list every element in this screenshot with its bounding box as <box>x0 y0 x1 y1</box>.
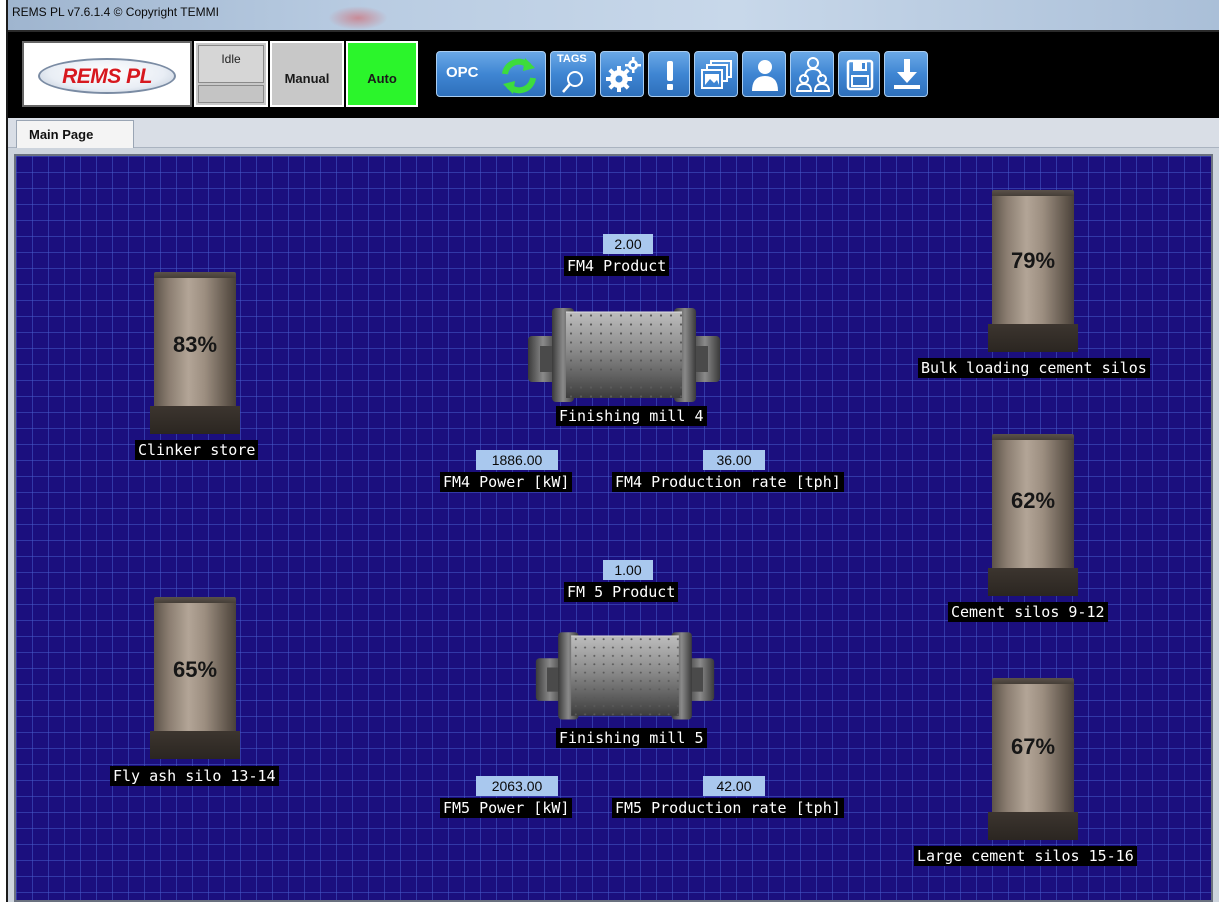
users-group-button[interactable] <box>790 51 834 97</box>
idle-label: Idle <box>221 52 241 66</box>
finishing-mill-5[interactable] <box>534 626 716 722</box>
title-bar-glow <box>328 6 388 30</box>
idle-mode-button[interactable]: Idle <box>194 41 268 107</box>
exclamation-icon <box>667 61 673 90</box>
silo-base <box>988 568 1078 596</box>
silo-level: 62% <box>1010 488 1056 513</box>
plant-overview-canvas: 83% Clinker store 65% Fly ash silo 13-14… <box>14 154 1213 902</box>
fm5-rate-label: FM5 Production rate [tph] <box>612 798 844 818</box>
fm5-product-label: FM 5 Product <box>564 582 679 602</box>
opc-button[interactable]: OPC <box>436 51 546 97</box>
fm4-power-value: 1886.00 <box>476 450 558 470</box>
idle-status-field <box>198 85 264 103</box>
silo-level: 79% <box>1010 248 1056 273</box>
fm5-product-value: 1.00 <box>603 560 653 580</box>
users-group-icon <box>795 57 831 92</box>
download-icon <box>894 59 920 89</box>
fm5-mill-label: Finishing mill 5 <box>556 728 707 748</box>
auto-label: Auto <box>367 71 397 86</box>
title-bar: REMS PL v7.6.1.4 © Copyright TEMMI <box>8 0 1219 30</box>
application-window: REMS PL v7.6.1.4 © Copyright TEMMI REMS … <box>6 0 1219 902</box>
logo-oval: REMS PL <box>38 58 176 94</box>
fm5-rate-value: 42.00 <box>703 776 765 796</box>
silo-base <box>988 324 1078 352</box>
idle-indicator: Idle <box>198 45 264 83</box>
silo-level: 65% <box>172 657 218 682</box>
silo-level: 83% <box>172 332 218 357</box>
bulk-loading-silo-label: Bulk loading cement silos <box>918 358 1150 378</box>
download-button[interactable] <box>884 51 928 97</box>
save-button[interactable] <box>838 51 880 97</box>
silo-base <box>150 731 240 759</box>
toolbar: REMS PL Idle Manual Auto OPC TAGS <box>8 30 1219 118</box>
manual-mode-button[interactable]: Manual <box>270 41 344 107</box>
large-cement-silos-label: Large cement silos 15-16 <box>914 846 1137 866</box>
fly-ash-silo-label: Fly ash silo 13-14 <box>110 766 279 786</box>
finishing-mill-4[interactable] <box>526 302 722 404</box>
rems-logo: REMS PL <box>22 41 192 107</box>
fm4-rate-label: FM4 Production rate [tph] <box>612 472 844 492</box>
silo-base <box>150 406 240 434</box>
silo-base <box>988 812 1078 840</box>
windows-icon <box>701 60 732 89</box>
cement-silos-9-12[interactable]: 62% <box>988 434 1078 596</box>
fm4-rate-value: 36.00 <box>703 450 765 470</box>
window-title: REMS PL v7.6.1.4 © Copyright TEMMI <box>12 5 219 19</box>
tab-main-page[interactable]: Main Page <box>16 120 134 148</box>
auto-mode-button[interactable]: Auto <box>346 41 418 107</box>
canvas-frame: 83% Clinker store 65% Fly ash silo 13-14… <box>8 148 1219 902</box>
fm4-product-label: FM4 Product <box>564 256 670 276</box>
cement-silos-label: Cement silos 9-12 <box>948 602 1108 622</box>
settings-button[interactable] <box>600 51 644 97</box>
fly-ash-silo[interactable]: 65% <box>150 597 240 759</box>
refresh-icon <box>502 58 536 94</box>
floppy-disk-icon <box>846 59 874 91</box>
fm5-power-value: 2063.00 <box>476 776 558 796</box>
bulk-loading-silo[interactable]: 79% <box>988 190 1078 352</box>
tab-bar: Main Page <box>8 118 1219 148</box>
fm4-power-label: FM4 Power [kW] <box>440 472 573 492</box>
screens-button[interactable] <box>694 51 738 97</box>
clinker-store-silo[interactable]: 83% <box>150 272 240 434</box>
user-icon <box>752 60 778 91</box>
user-button[interactable] <box>742 51 786 97</box>
tab-label: Main Page <box>29 127 94 142</box>
alarm-button[interactable] <box>648 51 690 97</box>
fm4-product-value: 2.00 <box>603 234 653 254</box>
silo-level: 67% <box>1010 734 1056 759</box>
large-cement-silos[interactable]: 67% <box>988 678 1078 840</box>
fm4-mill-label: Finishing mill 4 <box>556 406 707 426</box>
logo-text: REMS PL <box>62 65 152 88</box>
fm5-power-label: FM5 Power [kW] <box>440 798 573 818</box>
magnifier-icon <box>562 71 583 93</box>
clinker-store-label: Clinker store <box>135 440 259 460</box>
gears-icon <box>606 57 641 92</box>
tags-button[interactable]: TAGS <box>550 51 596 97</box>
manual-label: Manual <box>284 71 330 86</box>
